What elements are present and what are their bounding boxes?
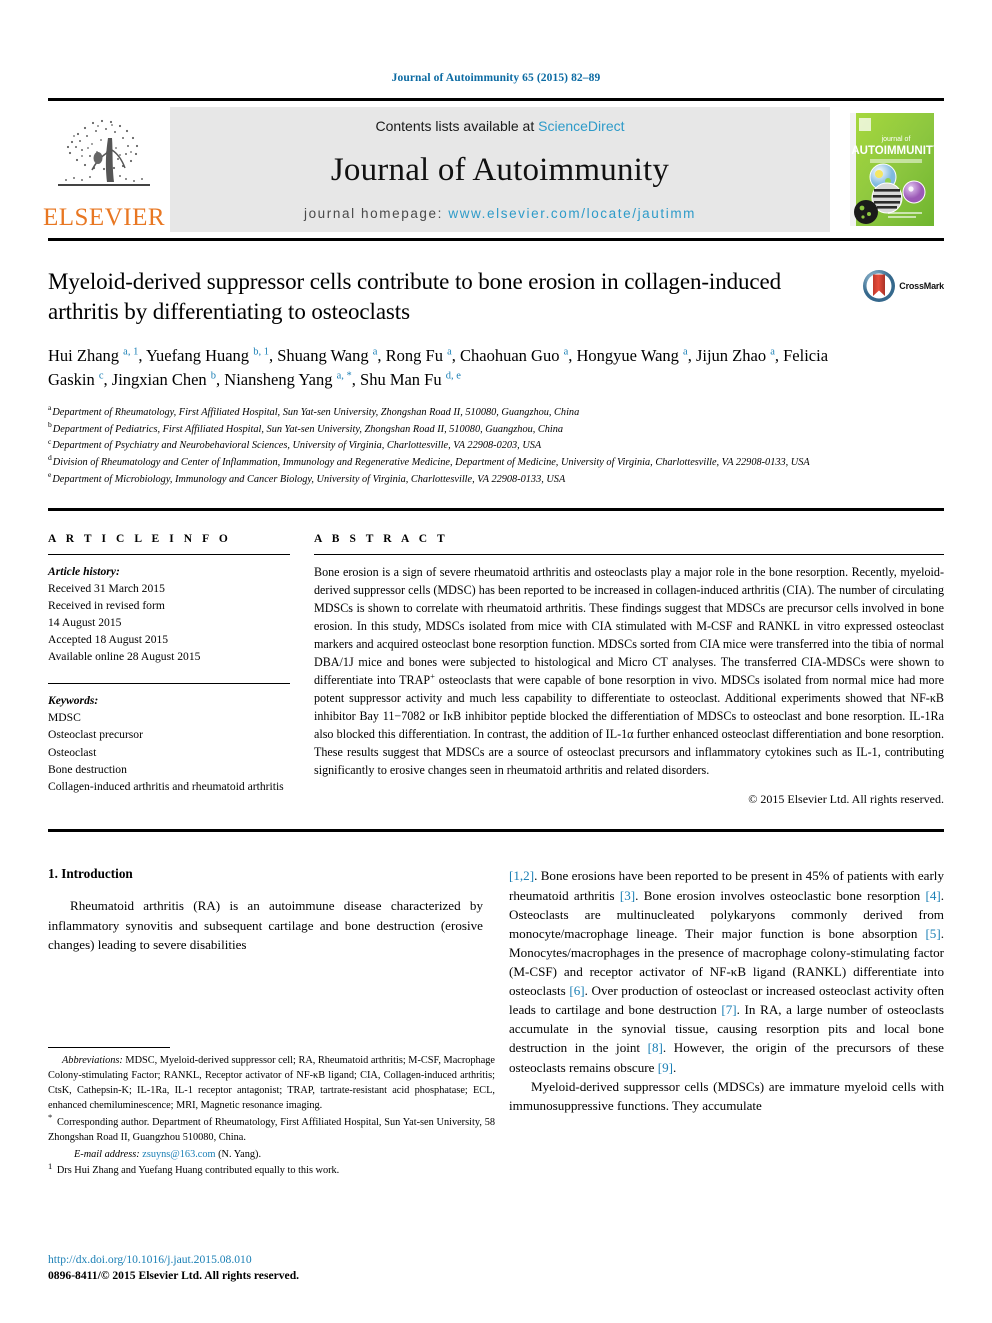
title-block: CrossMark Myeloid-derived suppressor cel… xyxy=(48,267,944,488)
introduction-paragraph-right-1: [1,2]. Bone erosions have been reported … xyxy=(509,868,945,1075)
keywords-label: Keywords: xyxy=(48,694,99,708)
affiliation-mark: a xyxy=(48,403,52,413)
affiliation-item: cDepartment of Psychiatry and Neurobehav… xyxy=(48,436,838,455)
footnote-email: E-mail address: zsuyns@163.com (N. Yang)… xyxy=(48,1148,495,1163)
corresponding-author-text: Corresponding author. Department of Rheu… xyxy=(48,1116,495,1143)
svg-text:AUTOIMMUNITY: AUTOIMMUNITY xyxy=(851,145,934,157)
email-label: E-mail address: xyxy=(74,1148,140,1160)
journal-title: Journal of Autoimmunity xyxy=(330,151,670,188)
homepage-url-link[interactable]: www.elsevier.com/locate/jautimm xyxy=(448,206,696,221)
affiliation-mark: d xyxy=(48,453,52,463)
history-item: Received 31 March 2015 xyxy=(48,582,165,596)
masthead-center-band: Contents lists available at ScienceDirec… xyxy=(170,107,830,232)
affiliation-item: aDepartment of Rheumatology, First Affil… xyxy=(48,403,838,422)
journal-cover-thumbnail: journal of AUTOIMMUNITY xyxy=(840,107,944,232)
crossmark-badge[interactable]: CrossMark xyxy=(862,269,944,303)
article-history-group: Article history: Received 31 March 2015 … xyxy=(48,563,290,665)
email-suffix: (N. Yang). xyxy=(215,1148,262,1160)
running-head: Journal of Autoimmunity 65 (2015) 82–89 xyxy=(391,72,601,84)
affiliation-item: bDepartment of Pediatrics, First Affilia… xyxy=(48,420,838,439)
footnote-corresponding-author: * Corresponding author. Department of Rh… xyxy=(48,1113,495,1146)
paper-page: Journal of Autoimmunity 65 (2015) 82–89 xyxy=(0,0,992,1323)
elsevier-tree-icon xyxy=(58,119,150,186)
affiliation-mark: e xyxy=(48,470,52,480)
abstract-copyright: © 2015 Elsevier Ltd. All rights reserved… xyxy=(748,792,944,807)
crossmark-icon xyxy=(863,270,896,302)
journal-homepage-line: journal homepage: www.elsevier.com/locat… xyxy=(304,206,696,221)
affiliation-mark: b xyxy=(48,420,52,430)
keyword-item: Collagen-induced arthritis and rheumatoi… xyxy=(48,779,284,793)
keyword-item: Osteoclast xyxy=(48,745,97,759)
keyword-item: Bone destruction xyxy=(48,762,127,776)
history-item: Received in revised form xyxy=(48,599,165,613)
footnote-divider xyxy=(48,1047,170,1048)
sciencedirect-link[interactable]: ScienceDirect xyxy=(538,118,624,134)
svg-text:journal of: journal of xyxy=(881,136,911,143)
introduction-heading: 1. Introduction xyxy=(48,866,133,882)
abstract-heading: A B S T R A C T xyxy=(314,533,449,546)
abbreviations-label: Abbreviations: xyxy=(62,1055,123,1066)
body-column-right: [1,2]. Bone erosions have been reported … xyxy=(509,866,944,1114)
equal-contribution-mark: 1 xyxy=(48,1161,53,1172)
article-history-label: Article history: xyxy=(48,565,120,579)
keywords-rule xyxy=(48,683,290,685)
keyword-item: MDSC xyxy=(48,711,81,725)
equal-contribution-text: Drs Hui Zhang and Yuefang Huang contribu… xyxy=(54,1165,340,1177)
affiliation-text: Department of Microbiology, Immunology a… xyxy=(52,473,566,485)
crossmark-label: CrossMark xyxy=(899,281,944,291)
contents-prefix: Contents lists available at xyxy=(375,118,539,134)
affiliation-text: Department of Pediatrics, First Affiliat… xyxy=(52,423,564,435)
affiliation-text: Department of Rheumatology, First Affili… xyxy=(52,406,580,418)
footnote-abbreviations: Abbreviations: MDSC, Myeloid-derived sup… xyxy=(48,1054,495,1114)
keywords-group: Keywords: MDSC Osteoclast precursor Oste… xyxy=(48,692,290,794)
history-item: Available online 28 August 2015 xyxy=(48,650,201,664)
affiliation-mark: c xyxy=(48,436,52,446)
corresponding-author-mark: * xyxy=(48,1112,53,1123)
homepage-prefix: journal homepage: xyxy=(303,206,449,221)
footnote-equal-contribution: 1 Drs Hui Zhang and Yuefang Huang contri… xyxy=(48,1161,495,1179)
info-abstract-row: A R T I C L E I N F O Article history: R… xyxy=(48,511,944,807)
page-title: Myeloid-derived suppressor cells contrib… xyxy=(48,269,782,325)
affiliation-text: Department of Psychiatry and Neurobehavi… xyxy=(52,440,542,452)
keyword-item: Osteoclast precursor xyxy=(48,728,143,742)
affiliation-list: aDepartment of Rheumatology, First Affil… xyxy=(48,403,838,489)
abstract-rule xyxy=(314,554,944,556)
email-link[interactable]: zsuyns@163.com xyxy=(142,1149,215,1160)
doi-link[interactable]: http://dx.doi.org/10.1016/j.jaut.2015.08… xyxy=(48,1252,508,1268)
introduction-paragraph-left: Rheumatoid arthritis (RA) is an autoimmu… xyxy=(48,898,483,952)
contents-available-line: Contents lists available at ScienceDirec… xyxy=(375,118,624,134)
elsevier-logo: ELSEVIER xyxy=(43,107,165,232)
introduction-paragraph-right-2: Myeloid-derived suppressor cells (MDSCs)… xyxy=(509,1078,944,1113)
journal-cover-image: journal of AUTOIMMUNITY xyxy=(850,113,934,226)
article-info-column: A R T I C L E I N F O Article history: R… xyxy=(48,533,290,807)
doi-block: http://dx.doi.org/10.1016/j.jaut.2015.08… xyxy=(48,1252,508,1284)
issn-copyright-line: 0896-8411/© 2015 Elsevier Ltd. All right… xyxy=(48,1269,300,1283)
article-info-heading: A R T I C L E I N F O xyxy=(48,533,232,546)
author-list: Hui Zhang a, 1, Yuefang Huang b, 1, Shua… xyxy=(48,345,829,389)
affiliation-text: Division of Rheumatology and Center of I… xyxy=(52,456,810,468)
article-info-rule xyxy=(48,554,290,556)
history-item: Accepted 18 August 2015 xyxy=(48,633,169,647)
footnotes-block: Abbreviations: MDSC, Myeloid-derived sup… xyxy=(48,1047,495,1179)
history-item: 14 August 2015 xyxy=(48,616,122,630)
abstract-column: A B S T R A C T Bone erosion is a sign o… xyxy=(314,533,944,807)
elsevier-wordmark: ELSEVIER xyxy=(42,204,166,231)
abstract-text: Bone erosion is a sign of severe rheumat… xyxy=(314,565,944,778)
affiliation-item: eDepartment of Microbiology, Immunology … xyxy=(48,470,838,489)
journal-masthead: ELSEVIER Contents lists available at Sci… xyxy=(43,98,944,241)
affiliation-item: dDivision of Rheumatology and Center of … xyxy=(48,453,838,472)
